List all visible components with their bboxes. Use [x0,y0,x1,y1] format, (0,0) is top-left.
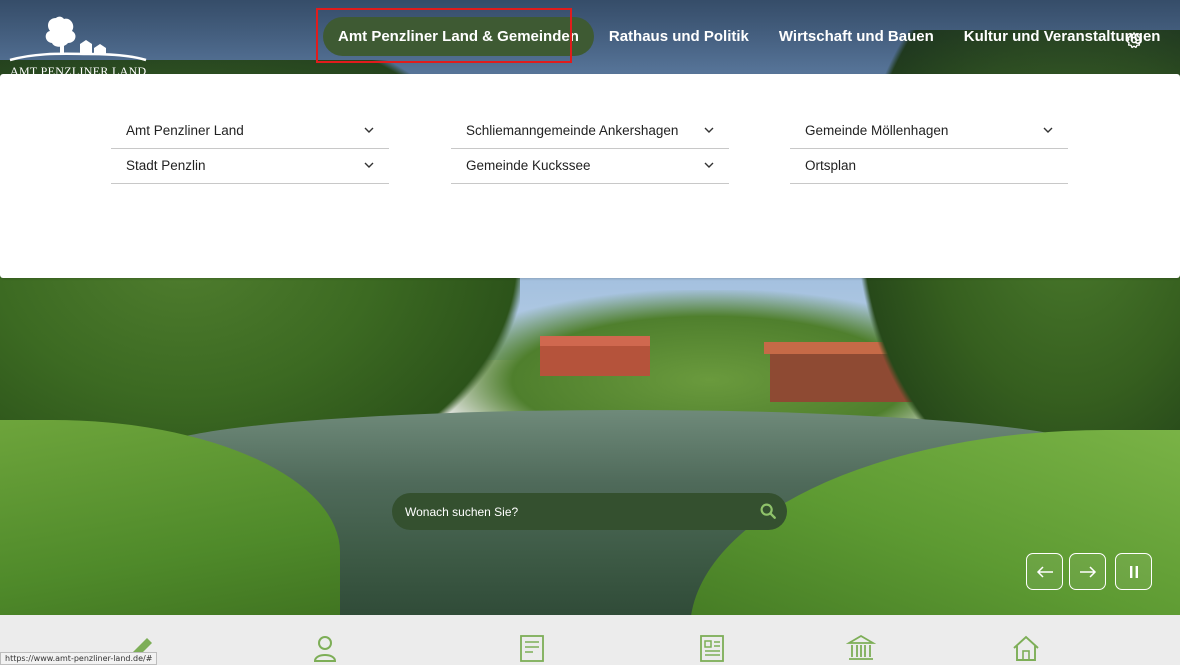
menu-item-label: Schliemanngemeinde Ankershagen [466,123,679,138]
house-icon[interactable] [1011,634,1041,662]
menu-column-1: Amt Penzliner Land Stadt Penzlin [111,114,389,184]
chevron-down-icon[interactable] [363,124,375,136]
tree-logo-icon [9,16,147,62]
search-bar [392,493,787,530]
menu-item-label: Stadt Penzlin [126,158,206,173]
menu-item-moellenhagen[interactable]: Gemeinde Möllenhagen [790,114,1068,149]
chevron-down-icon[interactable] [703,159,715,171]
form-document-icon[interactable] [517,634,547,662]
pause-icon [1129,565,1138,578]
menu-item-ortsplan[interactable]: Ortsplan [790,149,1068,184]
search-icon[interactable] [759,502,777,520]
chevron-down-icon[interactable] [703,124,715,136]
menu-item-stadt-penzlin[interactable]: Stadt Penzlin [111,149,389,184]
menu-item-amt-penzliner-land[interactable]: Amt Penzliner Land [111,114,389,149]
arrow-left-icon [1036,565,1053,578]
menu-item-label: Gemeinde Möllenhagen [805,123,949,138]
browser-status-url: https://www.amt-penzliner-land.de/# [0,652,158,665]
menu-item-label: Amt Penzliner Land [126,123,244,138]
menu-column-3: Gemeinde Möllenhagen Ortsplan [790,114,1068,184]
menu-item-label: Ortsplan [805,158,857,173]
menu-item-kuckssee[interactable]: Gemeinde Kuckssee [451,149,729,184]
previous-slide-button[interactable] [1026,553,1063,590]
nav-wirtschaft-bauen[interactable]: Wirtschaft und Bauen [764,17,949,56]
next-slide-button[interactable] [1069,553,1106,590]
nav-rathaus-politik[interactable]: Rathaus und Politik [594,17,764,56]
site-logo[interactable]: AMT PENZLINER LAND [4,10,149,78]
pause-slideshow-button[interactable] [1115,553,1152,590]
menu-item-ankershagen[interactable]: Schliemanngemeinde Ankershagen [451,114,729,149]
menu-column-2: Schliemanngemeinde Ankershagen Gemeinde … [451,114,729,184]
selection-highlight-box [316,8,572,63]
town-hall-icon[interactable] [846,634,876,662]
search-input[interactable] [405,504,735,519]
newspaper-icon[interactable] [696,634,726,662]
arrow-right-icon [1079,565,1096,578]
person-icon[interactable] [310,634,340,662]
gear-icon[interactable] [1125,31,1143,49]
chevron-down-icon[interactable] [363,159,375,171]
quick-links-bar [0,615,1180,665]
chevron-down-icon[interactable] [1042,124,1054,136]
menu-item-label: Gemeinde Kuckssee [466,158,591,173]
